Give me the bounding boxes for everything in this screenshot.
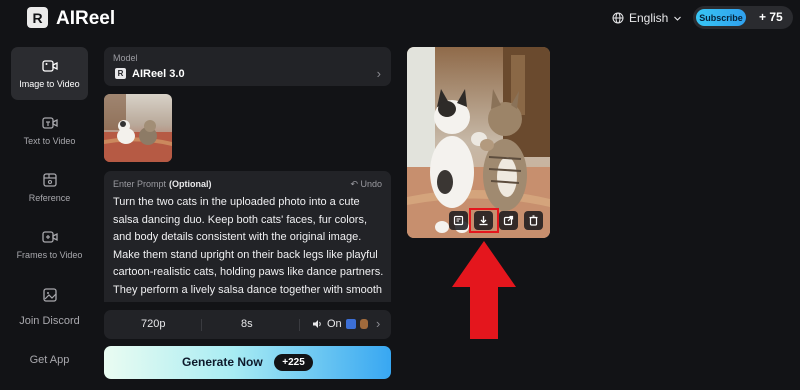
image-to-video-icon	[41, 60, 58, 72]
sound-option[interactable]: On	[312, 318, 368, 330]
sidebar-item-image-to-video[interactable]: Image to Video	[11, 47, 88, 100]
hand-icon	[359, 319, 368, 329]
logo-icon[interactable]: R	[27, 7, 48, 28]
sidebar-item-join-discord[interactable]: Join Discord	[11, 282, 88, 335]
undo-button[interactable]: ↶ Undo	[350, 179, 382, 190]
sidebar-item-text-to-video[interactable]: Text to Video	[11, 104, 88, 157]
model-logo-icon: R	[115, 68, 126, 79]
uploaded-image-thumbnail[interactable]	[104, 94, 172, 162]
top-header: R AIReel English Subscribe + 75	[0, 0, 800, 36]
divider	[201, 319, 202, 331]
account-pill: Subscribe + 75	[693, 6, 793, 29]
credit-cost-badge: +225	[274, 354, 313, 371]
sidebar-item-label: Frames to Video	[16, 250, 83, 260]
model-selector[interactable]: Model R AIReel 3.0 ›	[104, 47, 391, 86]
options-chevron-icon[interactable]: ›	[376, 316, 380, 331]
model-name: AIReel 3.0	[132, 68, 185, 80]
brand-name[interactable]: AIReel	[56, 8, 115, 30]
subscribe-button[interactable]: Subscribe	[696, 9, 746, 26]
optional-tag: (Optional)	[169, 179, 212, 189]
sidebar-item-label: Reference	[28, 193, 71, 203]
model-caption: Model	[113, 53, 138, 63]
credits-count[interactable]: + 75	[759, 10, 783, 24]
delete-icon	[529, 215, 538, 226]
sidebar-item-frames-to-video[interactable]: Frames to Video	[11, 218, 88, 271]
share-icon	[503, 215, 514, 226]
sidebar-item-reference[interactable]: Reference	[11, 161, 88, 214]
prompt-textarea[interactable]: Turn the two cats in the uploaded photo …	[113, 194, 385, 302]
speaker-icon	[313, 320, 321, 328]
sidebar-item-label: Text to Video	[23, 136, 76, 146]
sidebar-item-label: Image to Video	[19, 79, 80, 89]
sound-label: On	[327, 318, 342, 330]
generate-now-button[interactable]: Generate Now +225	[104, 346, 391, 379]
chevron-down-icon	[674, 16, 682, 21]
generate-label: Generate Now	[182, 355, 263, 369]
language-label: English	[629, 11, 669, 25]
reference-icon	[42, 173, 57, 187]
annotation-arrow-icon	[452, 241, 516, 339]
resolution-option[interactable]: 720p	[141, 318, 165, 330]
language-selector[interactable]: English	[612, 11, 682, 25]
discord-icon	[42, 288, 57, 302]
frames-to-video-icon	[41, 231, 58, 243]
get-app-link[interactable]: Get App	[11, 354, 88, 366]
generation-options-bar: 720p 8s On ›	[104, 310, 391, 339]
edit-icon	[453, 215, 464, 226]
voice-badge-icon	[345, 319, 356, 329]
chevron-right-icon: ›	[376, 66, 381, 81]
download-highlight-box	[469, 208, 499, 233]
prompt-panel: Enter Prompt (Optional) ↶ Undo Turn the t…	[104, 171, 391, 302]
edit-button[interactable]	[449, 211, 468, 230]
sidebar-item-label: Join Discord	[19, 315, 80, 327]
prompt-label: Enter Prompt (Optional)	[113, 179, 212, 189]
delete-button[interactable]	[524, 211, 543, 230]
text-to-video-icon	[41, 117, 58, 129]
duration-option[interactable]: 8s	[241, 318, 253, 330]
share-button[interactable]	[499, 211, 518, 230]
globe-icon	[612, 12, 624, 24]
divider	[299, 319, 300, 331]
